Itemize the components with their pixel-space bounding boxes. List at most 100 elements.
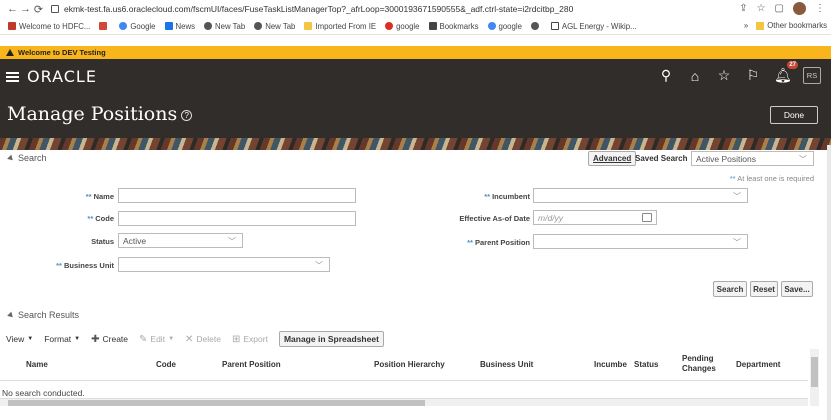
other-bookmarks[interactable]: Other bookmarks	[767, 21, 827, 30]
column-header-business-unit[interactable]: Business Unit	[480, 360, 533, 369]
saved-search-label: Saved Search	[635, 154, 688, 163]
bookmark-imported-ie[interactable]: Imported From IE	[304, 22, 376, 31]
reset-button[interactable]: Reset	[750, 281, 778, 297]
column-header-status[interactable]: Status	[634, 360, 658, 369]
caret-down-icon: ▼	[74, 336, 81, 342]
incumbent-label: ** Incumbent	[484, 192, 530, 201]
bookmark-label: AGL Energy - Wikip...	[561, 21, 637, 31]
profile-avatar[interactable]	[793, 2, 806, 15]
business-unit-select[interactable]: ﹀	[118, 257, 330, 272]
column-header-incumbent[interactable]: Incumbe	[594, 360, 627, 369]
effective-date-input[interactable]: m/d/yy	[533, 210, 657, 225]
google-red-icon	[385, 22, 394, 30]
results-toolbar: View ▼ Format ▼ ✚ Create ✎ Edit ▼ ✕ Delete ⊞ Ex…	[6, 331, 395, 347]
column-header-parent-position[interactable]: Parent Position	[222, 360, 281, 369]
browser-address-bar: ← → ⟳ ekmk-test.fa.us6.oraclecloud.com/f…	[0, 0, 831, 18]
search-section-header[interactable]: Search	[7, 153, 47, 163]
bookmark-agl[interactable]: AGL Energy - Wikip...	[550, 21, 637, 31]
reload-icon[interactable]: ⟳	[32, 3, 45, 16]
lock-icon[interactable]	[51, 5, 59, 13]
saved-search-select[interactable]: Active Positions ﹀	[691, 151, 814, 166]
page-banner: Manage Positions? Done	[0, 94, 831, 150]
column-header-department[interactable]: Department	[736, 360, 780, 369]
sidebar-icon[interactable]: ▢	[775, 3, 784, 14]
export-button[interactable]: ⊞ Export	[232, 334, 268, 345]
globe-icon	[254, 22, 263, 30]
horizontal-scrollbar[interactable]	[0, 398, 808, 406]
column-header-pending-changes[interactable]: Pending Changes	[682, 354, 722, 374]
scrollbar-thumb[interactable]	[8, 400, 425, 406]
done-button[interactable]: Done	[770, 106, 818, 124]
format-menu[interactable]: Format ▼	[44, 334, 80, 344]
gmail-icon	[99, 22, 108, 30]
dev-banner-text: Welcome to DEV Testing	[18, 48, 106, 57]
empty-results-text: No search conducted.	[2, 388, 85, 398]
calendar-icon[interactable]	[642, 213, 652, 222]
search-section-label: Search	[18, 153, 47, 163]
column-header-position-hierarchy[interactable]: Position Hierarchy	[374, 360, 445, 369]
status-select[interactable]: Active ﹀	[118, 233, 243, 248]
search-button[interactable]: Search	[713, 281, 747, 297]
user-avatar[interactable]: RS	[803, 67, 821, 84]
url-field[interactable]: ekmk-test.fa.us6.oraclecloud.com/fscmUI/…	[64, 4, 573, 14]
bookmark-gmail[interactable]	[99, 22, 110, 30]
effective-date-label: Effective As-of Date	[459, 214, 530, 223]
create-button[interactable]: ✚ Create	[91, 334, 128, 345]
globe-icon	[204, 22, 212, 30]
edit-button[interactable]: ✎ Edit ▼	[139, 334, 174, 345]
header-divider	[0, 380, 808, 381]
back-icon[interactable]: ←	[6, 3, 19, 15]
share-icon[interactable]: ⇪	[739, 3, 747, 14]
wikipedia-icon	[550, 22, 559, 30]
bookmark-google-3[interactable]: google	[487, 22, 522, 31]
folder-icon	[756, 21, 765, 30]
column-header-code[interactable]: Code	[156, 360, 176, 369]
column-header-name[interactable]: Name	[26, 360, 48, 369]
chevron-down-icon: ﹀	[733, 238, 741, 247]
view-menu[interactable]: View ▼	[6, 334, 33, 344]
search-icon[interactable]: ⚲	[658, 67, 674, 84]
results-section-header[interactable]: Search Results	[7, 310, 79, 320]
google-icon	[119, 22, 128, 30]
oracle-logo[interactable]: ORACLE	[27, 67, 97, 86]
notifications-bell-icon[interactable]: 🔔︎ 27	[774, 61, 798, 84]
collapse-triangle-icon	[7, 311, 15, 319]
scrollbar-thumb[interactable]	[811, 357, 818, 387]
advanced-button[interactable]: Advanced	[588, 151, 637, 166]
save-button[interactable]: Save...	[781, 281, 813, 297]
bookmark-google-2[interactable]: google	[385, 22, 420, 31]
bookmark-bookmarks[interactable]: Bookmarks	[428, 21, 479, 31]
bookmark-newtab-2[interactable]: New Tab	[254, 22, 295, 31]
bookmark-newtab-1[interactable]: New Tab	[204, 22, 245, 31]
chevron-down-icon: ﹀	[315, 261, 323, 270]
bookmark-label: Bookmarks	[439, 21, 479, 31]
export-icon: ⊞	[231, 333, 241, 345]
name-input[interactable]	[118, 188, 356, 203]
manage-in-spreadsheet-button[interactable]: Manage in Spreadsheet	[278, 331, 384, 347]
help-icon[interactable]: ?	[181, 109, 193, 121]
incumbent-select[interactable]: ﹀	[533, 188, 748, 203]
page-scrollbar[interactable]	[827, 145, 831, 420]
bookmark-globe[interactable]	[530, 22, 542, 30]
menu-kebab-icon[interactable]: ⋮	[815, 3, 825, 14]
home-icon[interactable]: ⌂	[687, 68, 703, 84]
chevron-down-icon: ﹀	[228, 237, 236, 246]
forward-icon[interactable]: →	[19, 3, 32, 15]
chevron-down-icon: ﹀	[799, 155, 807, 164]
parent-position-select[interactable]: ﹀	[533, 234, 748, 249]
chevron-down-icon: ﹀	[733, 192, 741, 201]
status-label: Status	[91, 237, 114, 246]
bookmark-news[interactable]: News	[164, 22, 195, 31]
hamburger-menu-icon[interactable]	[6, 71, 19, 82]
more-bookmarks-button[interactable]: »	[744, 21, 748, 30]
bookmark-hdfc[interactable]: Welcome to HDFC...	[8, 22, 90, 31]
bookmark-google[interactable]: Google	[119, 22, 156, 31]
bookmark-star-icon[interactable]: ☆	[757, 3, 766, 14]
vertical-scrollbar[interactable]	[810, 349, 819, 406]
favorites-star-icon[interactable]: ☆	[716, 67, 732, 84]
flag-icon[interactable]: ⚐	[745, 67, 761, 84]
delete-button[interactable]: ✕ Delete	[185, 334, 221, 345]
news-icon	[164, 22, 173, 30]
code-input[interactable]	[118, 211, 356, 226]
bookmark-label: New Tab	[215, 21, 246, 31]
